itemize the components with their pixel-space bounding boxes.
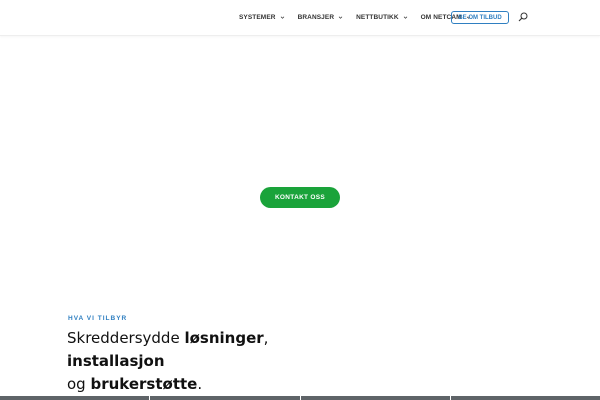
heading-text: Skreddersydde xyxy=(67,329,185,347)
nav-item-label: NETTBUTIKK xyxy=(356,14,399,21)
heading-bold-support: brukerstøtte xyxy=(90,375,198,393)
card-preview xyxy=(450,396,600,400)
heading-text: . xyxy=(197,375,203,393)
chevron-down-icon xyxy=(280,16,284,19)
chevron-down-icon xyxy=(403,16,407,19)
nav-item-bransjer[interactable]: BRANSJER xyxy=(298,14,344,21)
chevron-down-icon xyxy=(338,16,343,19)
card-preview xyxy=(0,396,151,400)
card-row-preview xyxy=(0,396,600,400)
site-header: SYSTEMER BRANSJER NETTBUTIKK OM NETCAM B… xyxy=(0,0,600,36)
heading-text: , xyxy=(263,329,269,347)
contact-us-button[interactable]: KONTAKT OSS xyxy=(260,187,340,208)
card-preview xyxy=(150,396,301,400)
nav-item-label: BRANSJER xyxy=(297,14,335,21)
heading-bold-solutions: løsninger xyxy=(184,329,264,347)
section-eyebrow: HVA VI TILBYR xyxy=(68,315,128,322)
heading-text: og xyxy=(67,375,91,393)
section-heading: Skreddersydde løsninger, installasjon og … xyxy=(67,327,367,396)
nav-item-label: SYSTEMER xyxy=(239,14,276,21)
main-nav: SYSTEMER BRANSJER NETTBUTIKK OM NETCAM xyxy=(239,0,484,35)
heading-bold-installation: installasjon xyxy=(67,352,165,370)
page: SYSTEMER BRANSJER NETTBUTIKK OM NETCAM B… xyxy=(0,0,600,400)
request-quote-button[interactable]: BE OM TILBUD xyxy=(451,11,509,24)
nav-item-systemer[interactable]: SYSTEMER xyxy=(239,14,285,21)
card-preview xyxy=(300,396,451,400)
search-icon[interactable] xyxy=(518,12,528,22)
nav-item-nettbutikk[interactable]: NETTBUTIKK xyxy=(356,14,408,21)
